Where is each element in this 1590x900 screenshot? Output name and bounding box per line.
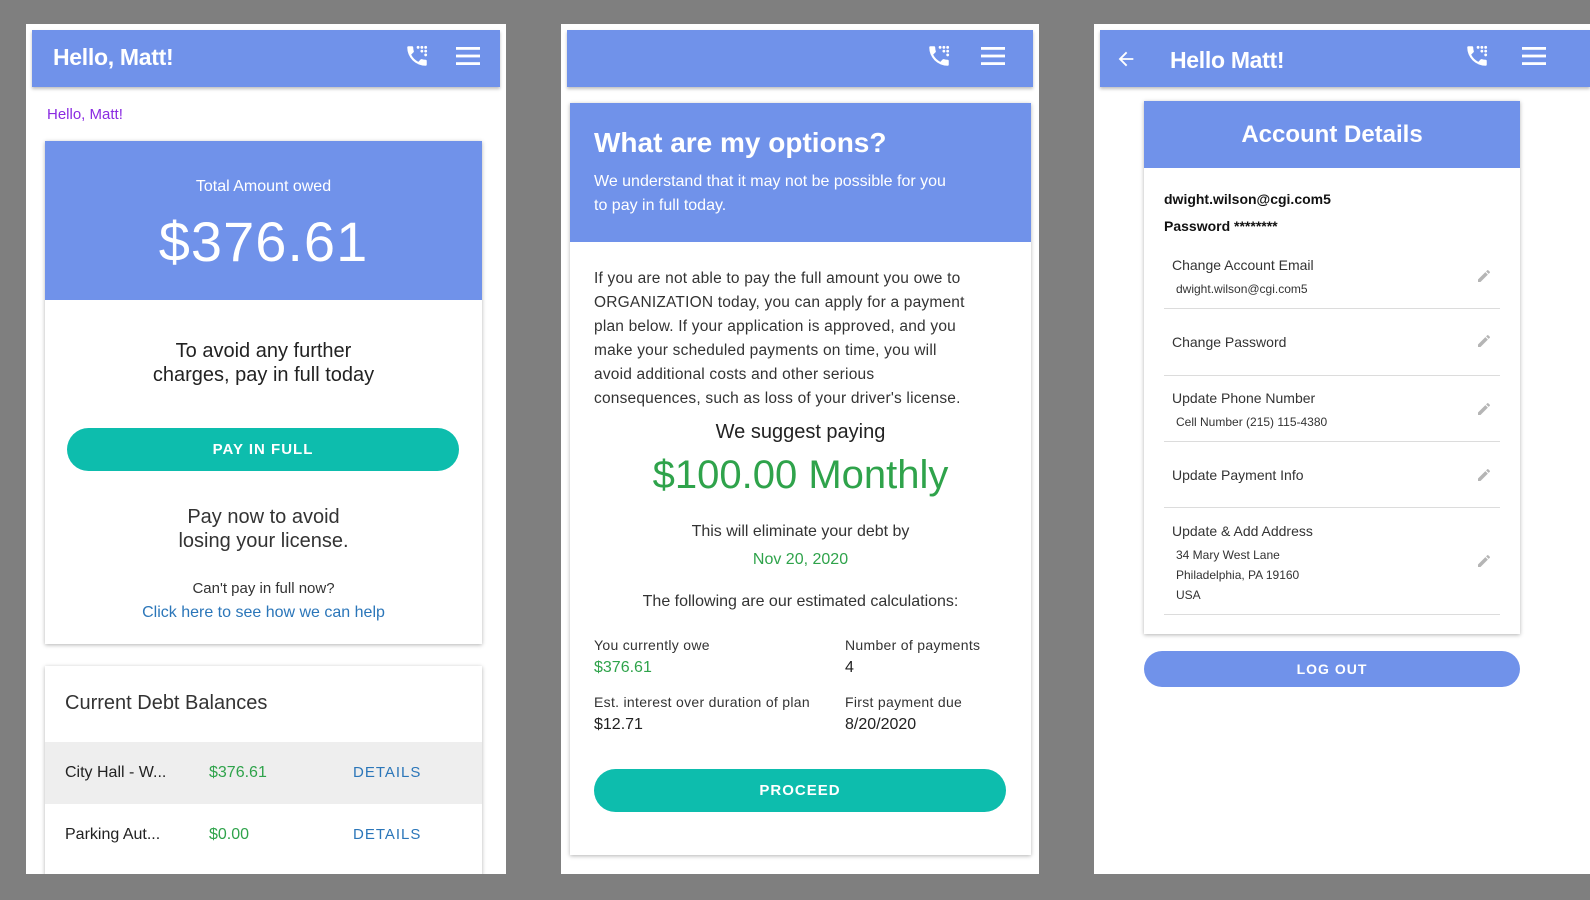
- password-label: Password ********: [1164, 218, 1278, 234]
- debt-row[interactable]: City Hall - W... $376.61 DETAILS: [45, 742, 482, 804]
- settings-row-detail: Cell Number (215) 115-4380: [1176, 415, 1328, 429]
- avoid-charges-line: To avoid any further: [175, 340, 352, 362]
- debt-name: City Hall - W...: [65, 764, 167, 781]
- screen-payment-options: What are my options? We understand that …: [561, 24, 1039, 874]
- debt-free-date: Nov 20, 2020: [752, 551, 849, 568]
- phone-dial-icon[interactable]: [926, 43, 952, 69]
- total-owed-label: Total Amount owed: [195, 178, 332, 195]
- password-label-text: Password: [1164, 218, 1231, 234]
- settings-row-title: Change Account Email: [1172, 257, 1314, 273]
- app-bar: Hello, Matt!: [32, 30, 500, 87]
- settings-row-update-payment[interactable]: Update Payment Info: [1144, 442, 1520, 508]
- hamburger-menu-icon[interactable]: [981, 45, 1005, 67]
- body-line: avoid additional costs and other serious: [594, 366, 875, 383]
- phone-dial-icon[interactable]: [1464, 43, 1490, 69]
- options-subheading-line: to pay in full today.: [594, 197, 727, 214]
- settings-row-change-password[interactable]: Change Password: [1144, 309, 1520, 375]
- body-line: If you are not able to pay the full amou…: [594, 270, 961, 287]
- details-button[interactable]: DETAILS: [353, 764, 421, 781]
- debt-row[interactable]: Parking Aut... $0.00 DETAILS: [45, 804, 482, 866]
- app-bar: Hello Matt!: [1100, 30, 1590, 87]
- settings-row-title: Update & Add Address: [1172, 523, 1313, 539]
- number-of-payments-value: 4: [845, 659, 854, 676]
- suggested-monthly-amount: $100.00 Monthly: [652, 453, 949, 497]
- screen-account-details: Hello Matt! Account Details dwight.wilso…: [1094, 24, 1590, 874]
- interest-label: Est. interest over duration of plan: [594, 694, 810, 710]
- license-line: Pay now to avoid: [187, 506, 340, 528]
- settings-row-update-address[interactable]: Update & Add Address 34 Mary West Lane P…: [1144, 508, 1520, 614]
- log-out-button[interactable]: LOG OUT: [1144, 651, 1520, 687]
- address-line: 34 Mary West Lane: [1176, 548, 1280, 562]
- estimated-calculations-label: The following are our estimated calculat…: [642, 593, 959, 610]
- app-bar-title: Hello Matt!: [1170, 47, 1285, 73]
- license-line: losing your license.: [178, 530, 349, 552]
- account-details-header: Account Details: [1144, 101, 1520, 168]
- body-line: consequences, such as loss of your drive…: [594, 390, 961, 407]
- settings-row-title: Change Password: [1172, 334, 1287, 350]
- account-email: dwight.wilson@cgi.com5: [1164, 191, 1331, 207]
- debt-amount: $0.00: [209, 826, 250, 843]
- phone-dial-icon[interactable]: [404, 43, 430, 69]
- pencil-icon[interactable]: [1476, 553, 1492, 569]
- row-divider: [1164, 614, 1500, 615]
- options-header: What are my options? We understand that …: [570, 103, 1031, 242]
- first-payment-due-value: 8/20/2020: [845, 716, 917, 733]
- settings-row-title: Update Phone Number: [1172, 390, 1316, 406]
- body-line: ORGANIZATION today, you can apply for a …: [594, 294, 965, 311]
- pay-in-full-button[interactable]: PAY IN FULL: [67, 428, 459, 471]
- debt-name: Parking Aut...: [65, 826, 161, 843]
- body-line: plan below. If your application is appro…: [594, 318, 956, 335]
- details-button[interactable]: DETAILS: [353, 826, 421, 843]
- screen-dashboard: Hello, Matt! Hello, Matt! Total Amount o…: [26, 24, 506, 874]
- back-arrow-icon[interactable]: [1115, 48, 1137, 70]
- cant-pay-text: Can't pay in full now?: [192, 580, 335, 597]
- settings-row-update-phone[interactable]: Update Phone Number Cell Number (215) 11…: [1144, 376, 1520, 442]
- payment-card: Total Amount owed $376.61 To avoid any f…: [45, 141, 482, 644]
- account-details-title: Account Details: [1241, 121, 1423, 148]
- debt-amount: $376.61: [209, 764, 267, 781]
- pencil-icon[interactable]: [1476, 268, 1492, 284]
- proceed-button[interactable]: PROCEED: [594, 769, 1006, 812]
- currently-owe-value: $376.61: [594, 659, 652, 676]
- pencil-icon[interactable]: [1476, 333, 1492, 349]
- hamburger-menu-icon[interactable]: [456, 45, 480, 67]
- app-bar: [567, 30, 1033, 87]
- options-body-text: If you are not able to pay the full amou…: [594, 267, 965, 411]
- settings-row-change-email[interactable]: Change Account Email dwight.wilson@cgi.c…: [1144, 244, 1520, 308]
- password-mask: ********: [1234, 218, 1278, 234]
- greeting-text: Hello, Matt!: [47, 106, 123, 123]
- currently-owe-label: You currently owe: [594, 637, 710, 653]
- body-line: make your scheduled payments on time, yo…: [594, 342, 937, 359]
- debt-balances-title: Current Debt Balances: [65, 692, 268, 714]
- number-of-payments-label: Number of payments: [845, 637, 981, 653]
- total-owed-banner: Total Amount owed $376.61: [45, 141, 482, 300]
- address-line: USA: [1176, 588, 1201, 602]
- eliminate-debt-label: This will eliminate your debt by: [691, 523, 910, 540]
- first-payment-due-label: First payment due: [845, 694, 963, 710]
- options-heading: What are my options?: [594, 127, 887, 158]
- address-line: Philadelphia, PA 19160: [1176, 568, 1300, 582]
- total-owed-amount: $376.61: [158, 210, 369, 273]
- options-card: What are my options? We understand that …: [570, 103, 1031, 855]
- app-bar-title: Hello, Matt!: [53, 44, 174, 70]
- pencil-icon[interactable]: [1476, 401, 1492, 417]
- pencil-icon[interactable]: [1476, 467, 1492, 483]
- suggest-label: We suggest paying: [715, 421, 886, 443]
- interest-value: $12.71: [594, 716, 643, 733]
- settings-row-title: Update Payment Info: [1172, 467, 1304, 483]
- avoid-license-loss-text: Pay now to avoid losing your license.: [45, 505, 482, 553]
- avoid-charges-text: To avoid any further charges, pay in ful…: [45, 339, 482, 387]
- hamburger-menu-icon[interactable]: [1522, 45, 1546, 67]
- options-subheading-line: We understand that it may not be possibl…: [594, 173, 946, 190]
- help-link[interactable]: Click here to see how we can help: [45, 604, 482, 622]
- account-details-card: Account Details dwight.wilson@cgi.com5 P…: [1144, 101, 1520, 634]
- avoid-charges-line: charges, pay in full today: [152, 364, 375, 386]
- settings-row-detail: dwight.wilson@cgi.com5: [1176, 282, 1308, 296]
- debt-balances-card: Current Debt Balances City Hall - W... $…: [45, 666, 482, 874]
